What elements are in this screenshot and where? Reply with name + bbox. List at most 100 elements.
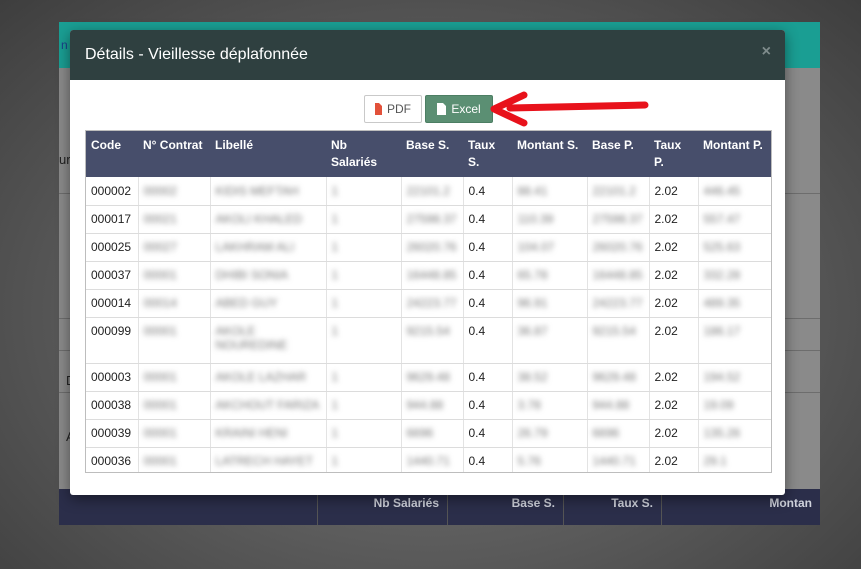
cell-nb-salaries: 1	[326, 261, 402, 290]
cell-base-s: 26020.76	[401, 233, 464, 262]
cell-nb-salaries: 1	[326, 391, 402, 420]
header-libelle[interactable]: Libellé	[210, 131, 326, 177]
cell-contrat: 00027	[138, 233, 211, 262]
cell-montant-s: 110.39	[512, 205, 588, 234]
header-taux-s[interactable]: Taux S.	[463, 131, 512, 177]
cell-taux-s: 0.4	[463, 177, 513, 206]
table-row: 000038 00001 AKCHOUT FARIZA 1 944.88 0.4…	[86, 391, 771, 420]
cell-montant-s: 104.07	[512, 233, 588, 262]
details-table-container[interactable]: Code N° Contrat Libellé Nb Salariés Base…	[85, 130, 772, 473]
cell-base-p: 9215.54	[587, 317, 650, 364]
cell-base-p: 24223.77	[587, 289, 650, 318]
cell-montant-s: 36.87	[512, 317, 588, 364]
cell-taux-s: 0.4	[463, 419, 513, 448]
cell-code: 000037	[86, 261, 139, 290]
header-code[interactable]: Code	[86, 131, 138, 177]
cell-montant-s: 88.41	[512, 177, 588, 206]
cell-taux-p: 2.02	[649, 261, 699, 290]
cell-code: 000036	[86, 447, 139, 472]
cell-contrat: 00002	[138, 177, 211, 206]
header-nb-salaries[interactable]: Nb Salariés	[326, 131, 401, 177]
cell-code: 000025	[86, 233, 139, 262]
cell-nb-salaries: 1	[326, 289, 402, 318]
cell-libelle: KIDIS MEFTAH	[210, 177, 327, 206]
excel-export-button[interactable]: Excel	[425, 95, 493, 123]
modal-header: Détails - Vieillesse déplafonnée ×	[70, 30, 785, 80]
cell-taux-p: 2.02	[649, 205, 699, 234]
cell-taux-s: 0.4	[463, 391, 513, 420]
cell-taux-p: 2.02	[649, 419, 699, 448]
cell-libelle: AKCHOUT FARIZA	[210, 391, 327, 420]
cell-montant-s: 5.76	[512, 447, 588, 472]
details-table: Code N° Contrat Libellé Nb Salariés Base…	[86, 131, 771, 472]
cell-montant-p: 489.35	[698, 289, 771, 318]
cell-code: 000099	[86, 317, 139, 364]
cell-base-s: 9215.54	[401, 317, 464, 364]
table-header-row: Code N° Contrat Libellé Nb Salariés Base…	[86, 131, 771, 177]
cell-libelle: ABED GUY	[210, 289, 327, 318]
cell-base-s: 1440.71	[401, 447, 464, 472]
cell-taux-p: 2.02	[649, 289, 699, 318]
cell-contrat: 00001	[138, 363, 211, 392]
cell-contrat: 00001	[138, 261, 211, 290]
export-toolbar: PDF Excel	[364, 95, 493, 123]
cell-base-p: 26020.76	[587, 233, 650, 262]
table-row: 000099 00001 AKOLE NOUREDINE 1 9215.54 0…	[86, 317, 771, 364]
close-icon[interactable]: ×	[762, 43, 771, 61]
table-row: 000025 00027 LAKHRAM ALI 1 26020.76 0.4 …	[86, 233, 771, 262]
cell-montant-s: 3.78	[512, 391, 588, 420]
cell-base-p: 27598.37	[587, 205, 650, 234]
table-row: 000017 00021 AKOLI KHALED 1 27598.37 0.4…	[86, 205, 771, 234]
cell-base-p: 9629.48	[587, 363, 650, 392]
cell-montant-p: 446.45	[698, 177, 771, 206]
cell-libelle: KRAINI HENI	[210, 419, 327, 448]
cell-base-p: 22101.2	[587, 177, 650, 206]
header-montant-s[interactable]: Montant S.	[512, 131, 587, 177]
header-taux-p[interactable]: Taux P.	[649, 131, 698, 177]
cell-libelle: DHIBI SONIA	[210, 261, 327, 290]
cell-code: 000038	[86, 391, 139, 420]
pdf-file-icon	[375, 103, 382, 115]
cell-taux-p: 2.02	[649, 391, 699, 420]
cell-montant-s: 65.78	[512, 261, 588, 290]
cell-contrat: 00001	[138, 447, 211, 472]
cell-montant-p: 186.17	[698, 317, 771, 364]
table-row: 000037 00001 DHIBI SONIA 1 16448.85 0.4 …	[86, 261, 771, 290]
cell-taux-s: 0.4	[463, 363, 513, 392]
cell-nb-salaries: 1	[326, 363, 402, 392]
cell-taux-p: 2.02	[649, 233, 699, 262]
cell-base-p: 944.88	[587, 391, 650, 420]
header-base-s[interactable]: Base S.	[401, 131, 463, 177]
cell-taux-s: 0.4	[463, 233, 513, 262]
cell-nb-salaries: 1	[326, 317, 402, 364]
cell-taux-p: 2.02	[649, 447, 699, 472]
details-modal: Détails - Vieillesse déplafonnée × PDF E…	[70, 30, 785, 495]
header-base-p[interactable]: Base P.	[587, 131, 649, 177]
cell-taux-p: 2.02	[649, 177, 699, 206]
cell-montant-p: 29.1	[698, 447, 771, 472]
cell-base-p: 6696	[587, 419, 650, 448]
cell-montant-s: 38.52	[512, 363, 588, 392]
table-row: 000003 00001 AKOLE LAZHAR 1 9629.48 0.4 …	[86, 363, 771, 392]
cell-taux-s: 0.4	[463, 261, 513, 290]
cell-code: 000039	[86, 419, 139, 448]
cell-montant-s: 26.79	[512, 419, 588, 448]
header-contrat[interactable]: N° Contrat	[138, 131, 210, 177]
cell-nb-salaries: 1	[326, 419, 402, 448]
cell-taux-s: 0.4	[463, 447, 513, 472]
cell-code: 000017	[86, 205, 139, 234]
background-link[interactable]: n	[61, 38, 68, 52]
cell-montant-p: 135.26	[698, 419, 771, 448]
modal-title: Détails - Vieillesse déplafonnée	[85, 46, 308, 63]
cell-base-s: 27598.37	[401, 205, 464, 234]
table-row: 000039 00001 KRAINI HENI 1 6696 0.4 26.7…	[86, 419, 771, 448]
cell-nb-salaries: 1	[326, 233, 402, 262]
cell-taux-p: 2.02	[649, 317, 699, 364]
cell-contrat: 00001	[138, 419, 211, 448]
cell-code: 000014	[86, 289, 139, 318]
header-montant-p[interactable]: Montant P.	[698, 131, 771, 177]
cell-base-s: 16448.85	[401, 261, 464, 290]
cell-montant-p: 194.52	[698, 363, 771, 392]
cell-contrat: 00001	[138, 391, 211, 420]
pdf-export-button[interactable]: PDF	[364, 95, 422, 123]
